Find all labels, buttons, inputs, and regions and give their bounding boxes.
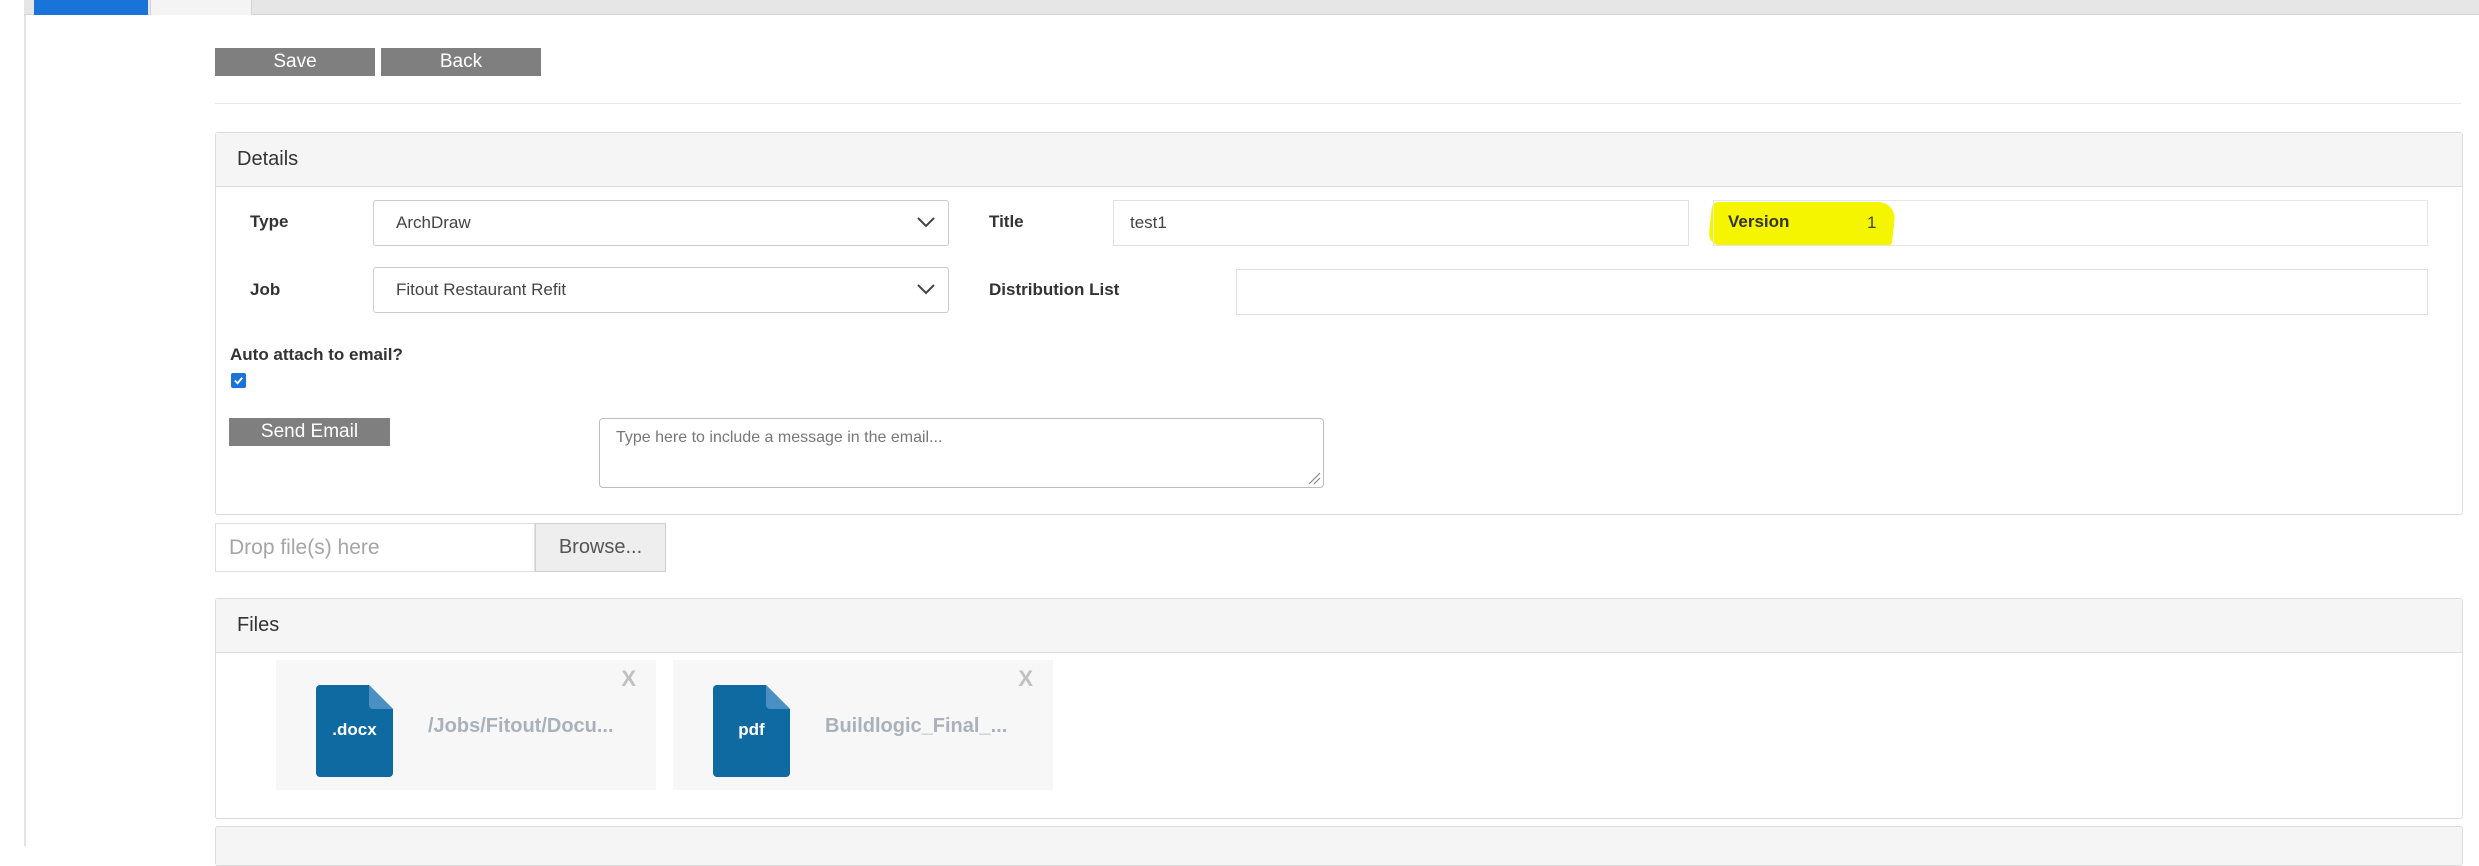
send-email-button[interactable]: Send Email	[229, 418, 390, 446]
details-panel: Details	[215, 132, 2463, 515]
toolbar-divider	[215, 103, 2461, 104]
file-remove-button[interactable]: X	[621, 666, 636, 692]
job-select[interactable]: Fitout Restaurant Refit	[373, 267, 949, 313]
version-input[interactable]: 1	[1867, 213, 1876, 233]
version-label: Version	[1728, 212, 1790, 231]
back-button[interactable]: Back	[381, 48, 541, 76]
file-name[interactable]: Buildlogic_Final_...	[825, 715, 1025, 738]
next-panel	[215, 826, 2463, 866]
files-header: Files	[216, 599, 2462, 653]
details-header: Details	[216, 133, 2462, 187]
chevron-down-icon	[917, 284, 935, 295]
tab-inactive[interactable]	[150, 0, 252, 15]
resize-grip-icon[interactable]	[1307, 471, 1321, 485]
file-extension: pdf	[738, 720, 765, 739]
type-label: Type	[250, 212, 289, 231]
file-extension: .docx	[332, 720, 377, 739]
job-select-value: Fitout Restaurant Refit	[396, 280, 567, 299]
file-remove-button[interactable]: X	[1018, 666, 1033, 692]
email-message-textarea[interactable]: Type here to include a message in the em…	[599, 418, 1324, 488]
type-select-value: ArchDraw	[396, 213, 471, 232]
file-name[interactable]: /Jobs/Fitout/Docu...	[428, 715, 628, 738]
auto-attach-checkbox[interactable]	[231, 373, 246, 388]
title-label: Title	[989, 212, 1024, 231]
job-label: Job	[250, 280, 281, 299]
file-card[interactable]: X .docx /Jobs/Fitout/Docu...	[276, 660, 656, 790]
browse-button[interactable]: Browse...	[535, 523, 666, 572]
save-button[interactable]: Save	[215, 48, 375, 76]
type-select[interactable]: ArchDraw	[373, 200, 949, 246]
check-icon	[234, 377, 243, 385]
file-drop-zone[interactable]: Drop file(s) here	[215, 523, 535, 572]
distribution-list-input[interactable]	[1236, 269, 2428, 315]
title-input[interactable]: test1	[1113, 200, 1689, 246]
left-border	[24, 0, 26, 846]
chevron-down-icon	[917, 217, 935, 228]
auto-attach-label: Auto attach to email?	[230, 345, 403, 364]
tab-strip	[24, 0, 2479, 15]
distribution-list-label: Distribution List	[989, 280, 1120, 299]
version-input-frame	[1713, 200, 2428, 246]
file-card[interactable]: X pdf Buildlogic_Final_...	[673, 660, 1053, 790]
tab-active[interactable]	[34, 0, 148, 15]
